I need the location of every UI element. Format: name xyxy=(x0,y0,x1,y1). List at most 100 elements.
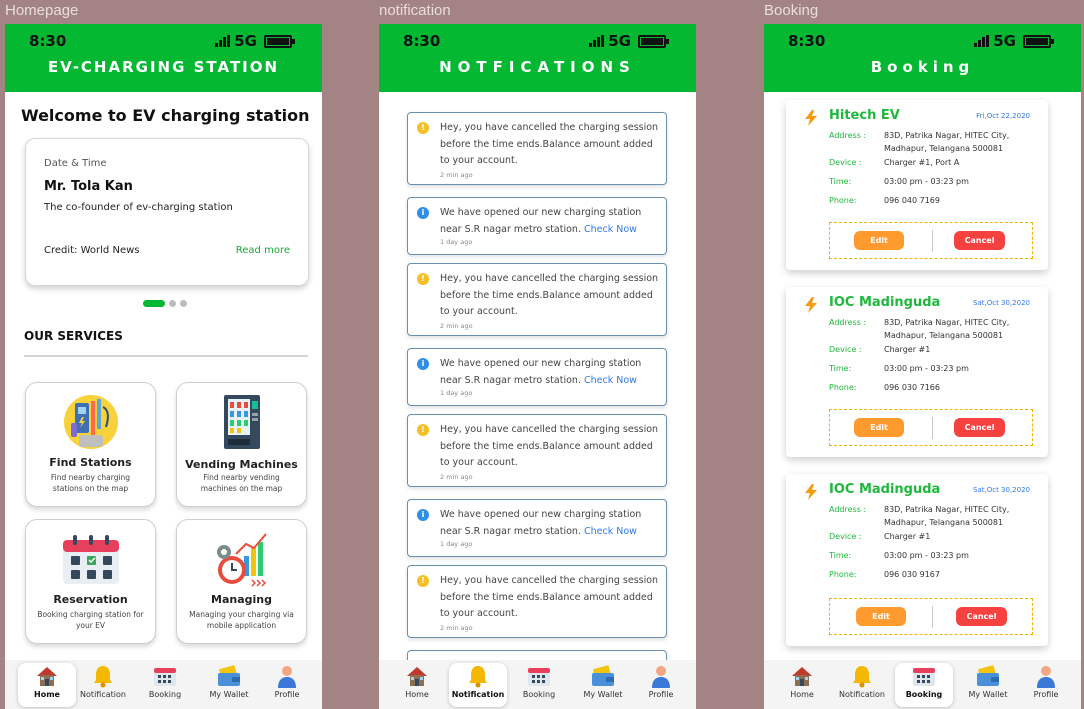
news-card[interactable]: Date & Time Mr. Tola Kan The co-founder … xyxy=(25,138,309,286)
welcome-heading: Welcome to EV charging station xyxy=(21,106,310,125)
signal-icon xyxy=(589,35,605,47)
check-now-link[interactable]: Check Now xyxy=(584,224,637,235)
nav-wallet[interactable]: My Wallet xyxy=(959,663,1017,707)
service-managing[interactable]: Managing Managing your charging via mobi… xyxy=(176,519,307,644)
address-value: 83D, Patrika Nagar, HITEC City, Madhapur… xyxy=(884,318,1010,340)
wallet-icon xyxy=(574,663,632,689)
address-value: 83D, Patrika Nagar, HITEC City, Madhapur… xyxy=(884,131,1010,153)
service-subtitle: Find nearby vending machines on the map xyxy=(200,473,283,493)
services-divider xyxy=(24,355,308,357)
nav-label: Notification xyxy=(451,690,505,699)
warning-icon: ! xyxy=(417,273,429,285)
service-title: Find Stations xyxy=(49,456,132,469)
check-now-link[interactable]: Check Now xyxy=(584,526,637,537)
network-label: 5G xyxy=(608,32,631,50)
nav-booking[interactable]: Booking xyxy=(136,663,194,707)
nav-profile[interactable]: Profile xyxy=(632,663,690,707)
notification-message: Hey, you have cancelled the charging ses… xyxy=(440,273,659,317)
news-person-name: Mr. Tola Kan xyxy=(44,179,133,194)
carousel-dots[interactable] xyxy=(143,300,187,307)
status-time: 8:30 xyxy=(788,32,826,50)
carousel-dot[interactable] xyxy=(169,300,176,307)
nav-label: Booking xyxy=(522,690,556,699)
nav-label: My Wallet xyxy=(583,690,623,699)
device-value: Charger #1 xyxy=(884,532,931,541)
bottom-nav: Home Notification Booking My Wallet Prof… xyxy=(379,660,696,709)
bell-icon xyxy=(74,663,132,689)
edit-button[interactable]: Edit xyxy=(854,418,904,437)
address-value: 83D, Patrika Nagar, HITEC City, Madhapur… xyxy=(884,505,1010,527)
bottom-nav: Home Notification Booking My Wallet Prof… xyxy=(5,660,322,709)
news-description: The co-founder of ev-charging station xyxy=(44,202,233,213)
notification-item[interactable]: i We have opened our new charging station… xyxy=(407,348,667,406)
status-time: 8:30 xyxy=(403,32,441,50)
service-title: Vending Machines xyxy=(185,458,298,471)
notification-message: Hey, you have cancelled the charging ses… xyxy=(440,424,659,468)
nav-booking[interactable]: Booking xyxy=(510,663,568,707)
notification-item[interactable]: ! Hey, you have cancelled the charging se… xyxy=(407,414,667,487)
nav-wallet[interactable]: My Wallet xyxy=(574,663,632,707)
info-icon: i xyxy=(417,358,429,370)
nav-label: Booking xyxy=(905,690,943,699)
notification-item[interactable]: i We have opened our new charging station… xyxy=(407,499,667,557)
carousel-dot-active[interactable] xyxy=(143,300,165,307)
booking-screen: 8:30 5G Booking Hitech EV Fri,Oct 22,2020… xyxy=(764,24,1081,709)
notification-message: We have opened our new charging station … xyxy=(440,205,662,238)
frame-label-homepage: Homepage xyxy=(5,2,79,19)
nav-label: Profile xyxy=(1033,690,1059,699)
time-value: 03:00 pm - 03:23 pm xyxy=(884,551,969,560)
homepage-screen: 8:30 5G EV-CHARGING STATION Welcome to E… xyxy=(5,24,322,709)
edit-button[interactable]: Edit xyxy=(856,607,906,626)
notification-time: 1 day ago xyxy=(440,238,473,246)
nav-wallet[interactable]: My Wallet xyxy=(200,663,258,707)
service-find-stations[interactable]: Find Stations Find nearby charging stati… xyxy=(25,382,156,507)
notification-item[interactable]: i We have opened our new charging station… xyxy=(407,197,667,255)
read-more-link[interactable]: Read more xyxy=(236,245,290,256)
vending-machine-icon xyxy=(177,393,306,451)
nav-notification[interactable]: Notification xyxy=(74,663,132,707)
check-now-link[interactable]: Check Now xyxy=(584,375,637,386)
notification-item[interactable]: ! Hey, you have cancelled the charging se… xyxy=(407,565,667,638)
cancel-button[interactable]: Cancel xyxy=(956,607,1007,626)
nav-notification[interactable]: Notification xyxy=(449,663,507,707)
nav-notification[interactable]: Notification xyxy=(833,663,891,707)
service-vending-machines[interactable]: Vending Machines Find nearby vending mac… xyxy=(176,382,307,507)
time-label: Time: xyxy=(829,177,852,186)
nav-booking[interactable]: Booking xyxy=(895,663,953,707)
notification-item[interactable]: ! Hey, you have cancelled the charging se… xyxy=(407,263,667,336)
station-name: Hitech EV xyxy=(829,108,900,123)
booking-card: Hitech EV Fri,Oct 22,2020 Address : 83D, Pa… xyxy=(786,100,1048,270)
status-bar: 8:30 5G xyxy=(5,32,322,50)
notification-time: 2 min ago xyxy=(440,171,473,179)
home-icon xyxy=(388,663,446,689)
time-label: Time: xyxy=(829,551,852,560)
nav-label: Home xyxy=(34,690,60,699)
carousel-dot[interactable] xyxy=(180,300,187,307)
signal-icon xyxy=(974,35,990,47)
calendar-icon xyxy=(136,663,194,689)
nav-home[interactable]: Home xyxy=(773,663,831,707)
frame-label-booking: Booking xyxy=(764,2,819,19)
device-value: Charger #1, Port A xyxy=(884,158,960,167)
cancel-button[interactable]: Cancel xyxy=(954,418,1005,437)
booking-date: Sat,Oct 30,2020 xyxy=(973,299,1030,307)
nav-home[interactable]: Home xyxy=(388,663,446,707)
phone-label: Phone: xyxy=(829,196,857,205)
nav-home[interactable]: Home xyxy=(18,663,76,707)
edit-button[interactable]: Edit xyxy=(854,231,904,250)
profile-icon xyxy=(258,663,316,689)
booking-card: IOC Madinguda Sat,Oct 30,2020 Address : 83D… xyxy=(786,287,1048,457)
notification-message: We have opened our new charging station … xyxy=(440,356,662,389)
booking-card: IOC Madinguda Sat,Oct 30,2020 Address : 83D… xyxy=(786,474,1048,646)
nav-profile[interactable]: Profile xyxy=(258,663,316,707)
nav-label: Booking xyxy=(148,690,182,699)
booking-date: Fri,Oct 22,2020 xyxy=(976,112,1030,120)
address-label: Address : xyxy=(829,505,867,514)
notification-item[interactable]: ! Hey, you have cancelled the charging se… xyxy=(407,112,667,185)
service-reservation[interactable]: Reservation Booking charging station for… xyxy=(25,519,156,644)
action-divider xyxy=(932,230,933,252)
station-name: IOC Madinguda xyxy=(829,295,941,310)
cancel-button[interactable]: Cancel xyxy=(954,231,1005,250)
time-label: Time: xyxy=(829,364,852,373)
nav-profile[interactable]: Profile xyxy=(1017,663,1075,707)
